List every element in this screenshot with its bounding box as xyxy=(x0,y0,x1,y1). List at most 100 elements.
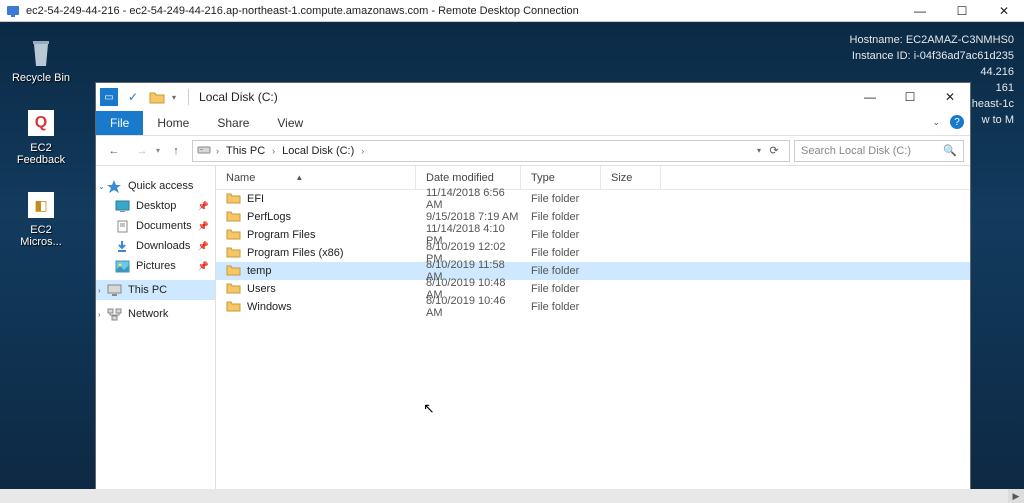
nav-forward-button[interactable]: → xyxy=(130,139,154,163)
folder-icon xyxy=(226,210,241,225)
box-icon: ◧ xyxy=(24,188,58,222)
rdp-window-controls: — ☐ ✕ xyxy=(906,4,1018,18)
feedback-icon: Q xyxy=(24,106,58,140)
file-name: EFI xyxy=(247,193,264,205)
scrollbar-track[interactable] xyxy=(0,489,1008,503)
nav-documents[interactable]: Documents 📌 xyxy=(96,216,215,236)
explorer-minimize-button[interactable]: — xyxy=(850,83,890,111)
help-icon[interactable]: ? xyxy=(950,115,964,129)
explorer-maximize-button[interactable]: ☐ xyxy=(890,83,930,111)
desktop-icon xyxy=(114,199,130,213)
rdp-close-button[interactable]: ✕ xyxy=(990,4,1018,18)
nav-history-icon[interactable]: ▾ xyxy=(156,146,160,155)
folder-icon xyxy=(226,300,241,315)
explorer-titlebar[interactable]: ▭ ✓ ▾ Local Disk (C:) — ☐ ✕ xyxy=(96,83,970,111)
column-type[interactable]: Type xyxy=(521,166,601,189)
navigation-pane: ⌄ Quick access Desktop 📌 Documents 📌 Dow xyxy=(96,166,216,501)
recycle-bin-shortcut[interactable]: Recycle Bin xyxy=(12,36,70,84)
explorer-close-button[interactable]: ✕ xyxy=(930,83,970,111)
tab-share[interactable]: Share xyxy=(203,111,263,135)
nav-desktop[interactable]: Desktop 📌 xyxy=(96,196,215,216)
sort-asc-icon: ▲ xyxy=(295,173,303,182)
file-name: PerfLogs xyxy=(247,211,291,223)
folder-icon xyxy=(226,246,241,261)
refresh-icon[interactable]: ⟳ xyxy=(763,144,785,157)
file-type: File folder xyxy=(521,211,601,223)
quick-access-toolbar: ▭ ✓ ▾ xyxy=(100,88,184,106)
explorer-title: Local Disk (C:) xyxy=(193,90,850,104)
table-row[interactable]: Users8/10/2019 10:48 AMFile folder xyxy=(216,280,970,298)
file-type: File folder xyxy=(521,247,601,259)
nav-quick-access[interactable]: ⌄ Quick access xyxy=(96,176,215,196)
table-row[interactable]: EFI11/14/2018 6:56 AMFile folder xyxy=(216,190,970,208)
ribbon-collapse-icon[interactable]: ⌄ xyxy=(932,117,940,128)
table-row[interactable]: Windows 8/10/2019 10:46 AMFile folder xyxy=(216,298,970,316)
nav-back-button[interactable]: ← xyxy=(102,139,126,163)
qat-newfolder-icon[interactable] xyxy=(148,88,166,106)
chevron-right-icon[interactable]: › xyxy=(269,146,278,156)
tab-view[interactable]: View xyxy=(263,111,317,135)
breadcrumb-thispc[interactable]: This PC xyxy=(224,145,267,157)
folder-icon xyxy=(226,228,241,243)
column-name[interactable]: Name▲ xyxy=(216,166,416,189)
pin-icon: 📌 xyxy=(198,201,209,212)
documents-icon xyxy=(114,219,130,233)
nav-this-pc[interactable]: › This PC xyxy=(96,280,215,300)
tab-home[interactable]: Home xyxy=(143,111,203,135)
pin-icon: 📌 xyxy=(198,261,209,272)
drive-icon xyxy=(197,143,211,158)
folder-icon xyxy=(226,282,241,297)
explorer-window-controls: — ☐ ✕ xyxy=(850,83,970,111)
address-bar-row: ← → ▾ ↑ › This PC › Local Disk (C:) › ▾ … xyxy=(96,136,970,166)
ribbon-tabs: File Home Share View ⌄ ? xyxy=(96,111,970,136)
file-date: 8/10/2019 10:46 AM xyxy=(416,295,521,319)
file-list-pane: Name▲ Date modified Type Size EFI11/14/2… xyxy=(216,166,970,501)
explorer-system-icon[interactable]: ▭ xyxy=(100,88,118,106)
table-row[interactable]: PerfLogs9/15/2018 7:19 AMFile folder xyxy=(216,208,970,226)
file-name: Windows xyxy=(247,301,292,313)
rdp-title: ec2-54-249-44-216 - ec2-54-249-44-216.ap… xyxy=(26,5,906,17)
recycle-bin-icon xyxy=(24,36,58,70)
expand-icon[interactable]: ⌄ xyxy=(98,182,105,191)
address-bar[interactable]: › This PC › Local Disk (C:) › ▾ ⟳ xyxy=(192,140,790,162)
file-type: File folder xyxy=(521,229,601,241)
file-type: File folder xyxy=(521,301,601,313)
chevron-right-icon[interactable]: › xyxy=(213,146,222,156)
rdp-titlebar: ec2-54-249-44-216 - ec2-54-249-44-216.ap… xyxy=(0,0,1024,22)
ec2-feedback-shortcut[interactable]: Q EC2 Feedback xyxy=(9,106,73,166)
addr-dropdown-icon[interactable]: ▾ xyxy=(757,146,761,155)
table-row[interactable]: Program Files (x86)8/10/2019 12:02 PMFil… xyxy=(216,244,970,262)
file-name: Users xyxy=(247,283,276,295)
file-type: File folder xyxy=(521,193,601,205)
column-size[interactable]: Size xyxy=(601,166,661,189)
table-row[interactable]: Program Files11/14/2018 4:10 PMFile fold… xyxy=(216,226,970,244)
tab-file[interactable]: File xyxy=(96,111,143,135)
breadcrumb-drive[interactable]: Local Disk (C:) xyxy=(280,145,356,157)
chevron-right-icon[interactable]: › xyxy=(358,146,367,156)
pin-icon: 📌 xyxy=(198,221,209,232)
horizontal-scrollbar[interactable]: ▶ xyxy=(0,489,1024,503)
rdp-maximize-button[interactable]: ☐ xyxy=(948,4,976,18)
search-icon: 🔍 xyxy=(943,144,957,157)
scroll-right-button[interactable]: ▶ xyxy=(1008,489,1024,503)
nav-pictures[interactable]: Pictures 📌 xyxy=(96,256,215,276)
expand-icon[interactable]: › xyxy=(98,286,101,295)
rdp-minimize-button[interactable]: — xyxy=(906,4,934,18)
remote-desktop[interactable]: Hostname: EC2AMAZ-C3NMHS0 Instance ID: i… xyxy=(0,22,1024,503)
column-date[interactable]: Date modified xyxy=(416,166,521,189)
column-headers: Name▲ Date modified Type Size xyxy=(216,166,970,190)
folder-icon xyxy=(226,192,241,207)
desktop-shortcuts: Recycle Bin Q EC2 Feedback ◧ EC2 Micros.… xyxy=(6,36,76,248)
nav-up-button[interactable]: ↑ xyxy=(164,139,188,163)
ec2-micros-shortcut[interactable]: ◧ EC2 Micros... xyxy=(9,188,73,248)
nav-network[interactable]: › Network xyxy=(96,304,215,324)
qat-properties-icon[interactable]: ✓ xyxy=(124,88,142,106)
nav-downloads[interactable]: Downloads 📌 xyxy=(96,236,215,256)
table-row[interactable]: temp8/10/2019 11:58 AMFile folder xyxy=(216,262,970,280)
pin-icon: 📌 xyxy=(198,241,209,252)
pictures-icon xyxy=(114,259,130,273)
file-explorer-window: ▭ ✓ ▾ Local Disk (C:) — ☐ ✕ File Home Sh… xyxy=(95,82,971,502)
search-input[interactable]: Search Local Disk (C:) 🔍 xyxy=(794,140,964,162)
rdp-icon xyxy=(6,4,20,18)
expand-icon[interactable]: › xyxy=(98,310,101,319)
